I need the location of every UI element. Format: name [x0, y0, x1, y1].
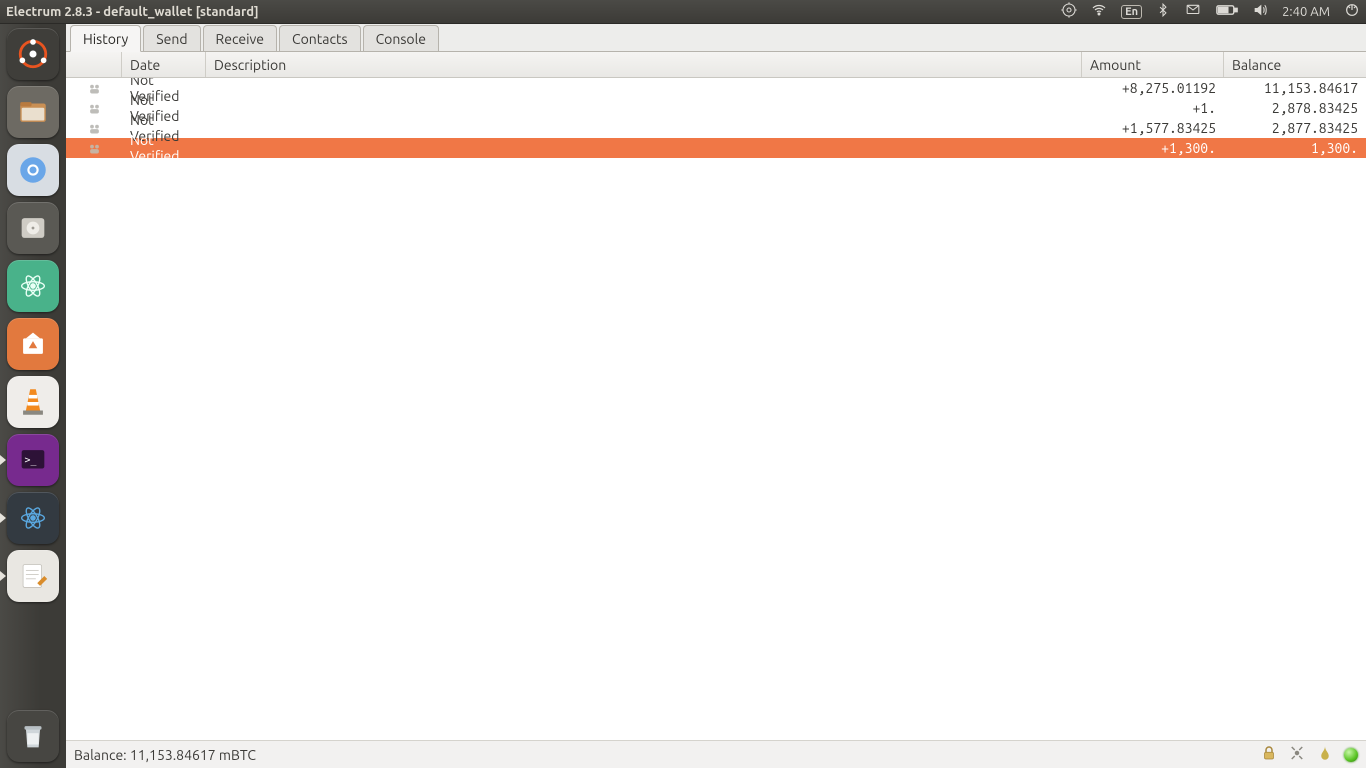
transaction-row[interactable]: Not Verified+1.2,878.83425 — [66, 98, 1366, 118]
tx-description — [206, 98, 1082, 118]
keyboard-language-indicator[interactable]: En — [1121, 5, 1142, 19]
tab-bar: HistorySendReceiveContactsConsole — [66, 24, 1366, 52]
launcher-atom-green[interactable] — [7, 260, 59, 312]
tx-balance: 11,153.84617 — [1224, 78, 1366, 98]
launcher-software[interactable] — [7, 318, 59, 370]
transaction-list: Not Verified+8,275.0119211,153.84617Not … — [66, 78, 1366, 740]
lock-icon[interactable] — [1260, 744, 1278, 765]
wifi-icon[interactable] — [1091, 2, 1107, 21]
sound-icon[interactable] — [1252, 2, 1268, 21]
column-header-amount[interactable]: Amount — [1082, 52, 1224, 77]
balance-text: Balance: 11,153.84617 mBTC — [74, 747, 256, 763]
launcher-disks[interactable] — [7, 202, 59, 254]
electrum-window: HistorySendReceiveContactsConsole Date D… — [66, 24, 1366, 768]
tx-amount: +1,300. — [1082, 138, 1224, 158]
window-title: Electrum 2.8.3 - default_wallet [standar… — [6, 5, 259, 19]
column-header-icon[interactable] — [66, 52, 122, 77]
preferences-icon[interactable] — [1288, 744, 1306, 765]
launcher-atom-blue[interactable] — [7, 492, 59, 544]
tx-balance: 2,877.83425 — [1224, 118, 1366, 138]
settings-gear-icon[interactable] — [1061, 2, 1077, 21]
tx-date: Not Verified — [122, 138, 206, 158]
tx-status-icon — [66, 118, 122, 138]
tab-console[interactable]: Console — [363, 25, 439, 51]
transaction-row[interactable]: Not Verified +1,300.1,300. — [66, 138, 1366, 158]
tx-status-icon — [66, 98, 122, 118]
os-menu-bar: Electrum 2.8.3 - default_wallet [standar… — [0, 0, 1366, 24]
tx-balance: 1,300. — [1224, 138, 1366, 158]
launcher-trash[interactable] — [7, 710, 59, 762]
svg-text:>_: >_ — [25, 455, 37, 466]
battery-icon[interactable] — [1216, 4, 1238, 19]
tx-description — [206, 78, 1082, 98]
clock[interactable]: 2:40 AM — [1282, 5, 1330, 19]
launcher-files[interactable] — [7, 86, 59, 138]
tab-contacts[interactable]: Contacts — [279, 25, 361, 51]
column-header-description[interactable]: Description — [206, 52, 1082, 77]
launcher-vlc[interactable] — [7, 376, 59, 428]
tx-amount: +8,275.01192 — [1082, 78, 1224, 98]
tx-description — [206, 118, 1082, 138]
launcher-gedit[interactable] — [7, 550, 59, 602]
column-header-balance[interactable]: Balance — [1224, 52, 1366, 77]
tab-send[interactable]: Send — [143, 25, 200, 51]
network-status-led[interactable] — [1344, 748, 1358, 762]
column-header-date[interactable]: Date — [122, 52, 206, 77]
launcher-dash[interactable] — [7, 28, 59, 80]
tab-receive[interactable]: Receive — [203, 25, 278, 51]
transaction-row[interactable]: Not Verified+8,275.0119211,153.84617 — [66, 78, 1366, 98]
tx-description — [206, 138, 1082, 158]
launcher-terminal[interactable]: >_ — [7, 434, 59, 486]
bluetooth-icon[interactable] — [1156, 3, 1170, 20]
tx-balance: 2,878.83425 — [1224, 98, 1366, 118]
tx-amount: +1. — [1082, 98, 1224, 118]
unity-launcher: >_ — [0, 24, 66, 768]
tx-amount: +1,577.83425 — [1082, 118, 1224, 138]
launcher-chromium[interactable] — [7, 144, 59, 196]
tx-status-icon — [66, 78, 122, 98]
seed-icon[interactable] — [1316, 744, 1334, 765]
system-indicators: En 2:40 AM — [1061, 2, 1360, 21]
tx-status-icon — [66, 138, 122, 158]
tab-history[interactable]: History — [70, 25, 141, 52]
status-bar: Balance: 11,153.84617 mBTC — [66, 740, 1366, 768]
transaction-row[interactable]: Not Verified+1,577.834252,877.83425 — [66, 118, 1366, 138]
history-column-headers: Date Description Amount Balance — [66, 52, 1366, 78]
power-icon[interactable] — [1344, 2, 1360, 21]
mail-icon[interactable] — [1184, 3, 1202, 20]
